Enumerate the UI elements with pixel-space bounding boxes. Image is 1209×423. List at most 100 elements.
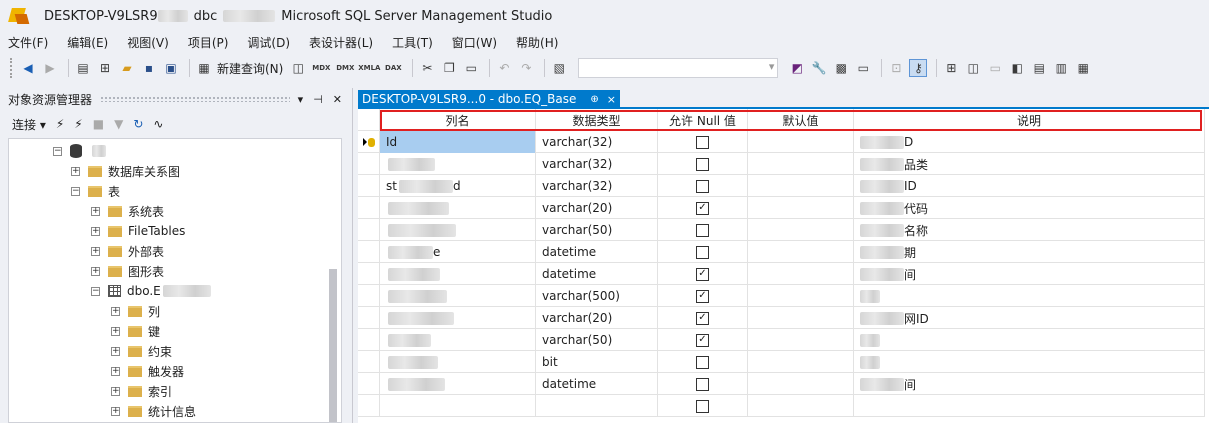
column-name-cell[interactable] [380, 307, 536, 329]
activity-monitor-icon[interactable]: ▧ [550, 59, 568, 77]
data-type-cell[interactable]: varchar(32) [536, 131, 658, 153]
tree-constraints[interactable]: + 约束 [111, 341, 172, 361]
row-selector[interactable] [358, 351, 380, 373]
expand-icon[interactable]: + [91, 266, 100, 276]
query-icon[interactable]: ◫ [289, 59, 307, 77]
data-type-cell[interactable]: varchar(500) [536, 285, 658, 307]
close-icon[interactable]: ✕ [333, 93, 342, 106]
set-primary-key-icon[interactable]: ⊡ [887, 59, 905, 77]
row-selector[interactable] [358, 329, 380, 351]
tree-keys[interactable]: + 键 [111, 321, 160, 341]
description-cell[interactable]: 间 [854, 373, 1205, 395]
table-row[interactable]: datetime 间 [358, 373, 1205, 395]
expand-icon[interactable]: + [111, 366, 120, 376]
allow-null-checkbox[interactable]: ✓ [696, 289, 709, 303]
tree-database[interactable]: − [53, 141, 106, 161]
solution-icon[interactable]: ◩ [788, 59, 806, 77]
tree-tables[interactable]: − 表 [71, 181, 120, 201]
close-tab-icon[interactable]: × [607, 93, 616, 106]
dmx-query-button[interactable]: DMX [335, 59, 355, 77]
paste-icon[interactable]: ▭ [462, 59, 480, 77]
pin-tab-icon[interactable]: ⊕ [590, 94, 598, 105]
description-cell[interactable]: 网ID [854, 307, 1205, 329]
column-name-cell[interactable] [380, 373, 536, 395]
row-selector[interactable] [358, 175, 380, 197]
spatial-index-icon[interactable]: ▤ [1030, 59, 1048, 77]
expand-icon[interactable]: + [91, 226, 100, 236]
column-name-cell[interactable] [380, 285, 536, 307]
description-cell[interactable]: 名称 [854, 219, 1205, 241]
tree-system-tables[interactable]: + 系统表 [91, 201, 164, 221]
expand-icon[interactable]: + [111, 306, 120, 316]
menu-debug[interactable]: 调试(D) [247, 34, 290, 51]
default-value-cell[interactable] [748, 197, 854, 219]
expand-icon[interactable]: + [91, 246, 100, 256]
column-name-cell[interactable] [380, 263, 536, 285]
new-project-icon[interactable]: ▤ [74, 59, 92, 77]
xmla-query-button[interactable]: XMLA [358, 59, 380, 77]
data-type-cell[interactable]: varchar(50) [536, 219, 658, 241]
undo-icon[interactable]: ↶ [495, 59, 513, 77]
allow-null-checkbox[interactable] [696, 399, 709, 413]
column-name-cell[interactable] [380, 329, 536, 351]
row-selector[interactable] [358, 197, 380, 219]
dax-query-button[interactable]: DAX [383, 59, 403, 77]
column-name-cell[interactable]: e [380, 241, 536, 263]
table-row[interactable]: e datetime 期 [358, 241, 1205, 263]
table-row[interactable]: varchar(500) ✓ [358, 285, 1205, 307]
allow-null-checkbox[interactable] [696, 223, 709, 237]
header-allow-null[interactable]: 允许 Null 值 [658, 109, 748, 131]
column-name-cell[interactable]: Id [380, 131, 536, 153]
table-row[interactable]: Id varchar(32) D [358, 131, 1205, 153]
table-row[interactable]: varchar(32) 品类 [358, 153, 1205, 175]
data-type-cell[interactable]: varchar(50) [536, 329, 658, 351]
toolbar-grip[interactable] [10, 58, 13, 78]
column-name-cell[interactable] [380, 197, 536, 219]
tree-triggers[interactable]: + 触发器 [111, 361, 184, 381]
new-query-icon[interactable]: ▦ [195, 59, 213, 77]
manage-indexes-icon[interactable]: ◫ [964, 59, 982, 77]
row-selector[interactable] [358, 219, 380, 241]
default-value-cell[interactable] [748, 395, 854, 417]
tree-indexes[interactable]: + 索引 [111, 381, 172, 401]
default-value-cell[interactable] [748, 131, 854, 153]
data-type-cell[interactable]: bit [536, 351, 658, 373]
new-query-button[interactable]: 新建查询(N) [217, 60, 283, 77]
description-cell[interactable] [854, 395, 1205, 417]
expand-icon[interactable]: + [111, 346, 120, 356]
column-name-cell[interactable]: st d [380, 175, 536, 197]
save-icon[interactable]: ▪ [140, 59, 158, 77]
data-type-cell[interactable]: varchar(32) [536, 153, 658, 175]
key-icon[interactable]: ⚷ [909, 59, 928, 77]
data-type-cell[interactable]: varchar(20) [536, 307, 658, 329]
allow-null-checkbox[interactable] [696, 179, 709, 193]
allow-null-checkbox[interactable] [696, 135, 709, 149]
allow-null-checkbox[interactable]: ✓ [696, 267, 709, 281]
menu-help[interactable]: 帮助(H) [516, 34, 558, 51]
back-icon[interactable]: ◀ [19, 59, 37, 77]
row-selector[interactable] [358, 241, 380, 263]
allow-null-checkbox[interactable] [696, 377, 709, 391]
collapse-icon[interactable]: − [71, 186, 80, 196]
table-row[interactable]: varchar(20) ✓ 网ID [358, 307, 1205, 329]
collapse-icon[interactable]: − [53, 146, 62, 156]
tree-filetables[interactable]: + FileTables [91, 221, 185, 241]
menu-project[interactable]: 项目(P) [188, 34, 229, 51]
table-row[interactable] [358, 395, 1205, 417]
tree-table-eq-base[interactable]: − dbo.E [91, 281, 211, 301]
menu-edit[interactable]: 编辑(E) [67, 34, 108, 51]
description-cell[interactable] [854, 285, 1205, 307]
activity-icon[interactable]: ∿ [153, 117, 163, 131]
row-selector[interactable] [358, 395, 380, 417]
expand-icon[interactable]: + [91, 206, 100, 216]
default-value-cell[interactable] [748, 219, 854, 241]
data-type-cell[interactable]: varchar(20) [536, 197, 658, 219]
connect-button[interactable]: 连接 ▾ [12, 116, 46, 133]
data-type-cell[interactable]: varchar(32) [536, 175, 658, 197]
table-row[interactable]: bit [358, 351, 1205, 373]
default-value-cell[interactable] [748, 373, 854, 395]
description-cell[interactable] [854, 351, 1205, 373]
solution-configuration-dropdown[interactable] [578, 58, 779, 78]
pin-icon[interactable]: ⊣ [313, 93, 323, 106]
expand-icon[interactable]: + [111, 386, 120, 396]
